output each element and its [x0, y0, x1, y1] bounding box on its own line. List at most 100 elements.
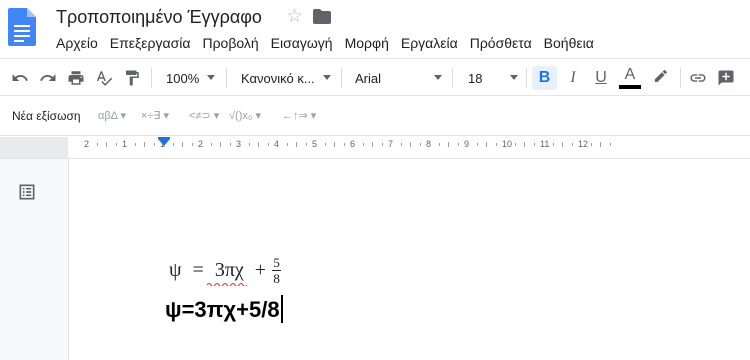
ruler-tick	[286, 143, 288, 146]
ruler-tick	[248, 143, 250, 146]
ruler-tick	[134, 143, 136, 146]
menu-bar: Αρχείο Επεξεργασία Προβολή Εισαγωγή Μορφ…	[50, 33, 600, 53]
ruler-tick	[438, 143, 440, 146]
ruler-tick	[552, 143, 554, 146]
toolbar-separator	[341, 68, 342, 88]
operators-label: ×÷∃	[141, 110, 161, 122]
bold-equation-value: ψ=3πχ+5/8	[165, 297, 280, 322]
menu-addons[interactable]: Πρόσθετα	[464, 33, 538, 53]
ruler-tick	[258, 142, 259, 147]
toolbar: 100% Κανονικό κ... Arial 18 B I U A	[0, 58, 750, 96]
print-icon[interactable]	[64, 59, 88, 97]
ruler-tick	[96, 143, 98, 146]
greek-letters-label: αβΔ	[98, 110, 118, 122]
ruler-tick	[182, 142, 183, 147]
redo-icon[interactable]	[36, 59, 60, 97]
ruler-number: 1	[160, 139, 166, 149]
underline-button[interactable]: U	[590, 59, 612, 97]
equation-plus: +	[254, 259, 267, 281]
star-icon[interactable]: ☆	[286, 5, 303, 28]
text-color-button[interactable]: A	[618, 59, 642, 97]
add-comment-icon[interactable]	[714, 59, 738, 97]
toolbar-separator	[526, 68, 527, 88]
equation-lhs: ψ	[169, 259, 182, 281]
equation[interactable]: ψ = 3πχ + 5 8	[169, 255, 282, 286]
folder-icon[interactable]	[313, 9, 331, 24]
operators-menu[interactable]: ×÷∃ ▾	[141, 109, 169, 122]
math-operations-menu[interactable]: √()x₀ ▾	[229, 109, 261, 122]
font-size-select[interactable]: 18	[468, 59, 482, 97]
ruler-tick	[210, 143, 212, 146]
font-select[interactable]: Arial	[355, 59, 381, 97]
ruler-number: 9	[464, 139, 470, 149]
ruler-number: 5	[312, 139, 318, 149]
zoom-select[interactable]: 100%	[166, 59, 199, 97]
zoom-caret-icon[interactable]	[207, 75, 215, 80]
paint-format-icon[interactable]	[120, 59, 144, 97]
ruler-tick	[419, 143, 421, 146]
toolbar-separator	[680, 68, 681, 88]
greek-letters-menu[interactable]: αβΔ ▾	[98, 109, 126, 122]
new-equation-button[interactable]: Νέα εξίσωση	[12, 109, 81, 123]
menu-tools[interactable]: Εργαλεία	[395, 33, 464, 53]
equation-fraction: 5 8	[272, 255, 282, 285]
ruler-number: 4	[274, 139, 280, 149]
bold-icon: B	[538, 69, 551, 86]
ruler-tick	[153, 143, 155, 146]
menu-insert[interactable]: Εισαγωγή	[265, 33, 339, 53]
math-operations-label: √()x₀	[229, 110, 253, 122]
document-outline-icon[interactable]	[16, 181, 38, 203]
font-size-caret-icon[interactable]	[510, 75, 518, 80]
ruler-tick	[448, 142, 449, 147]
equation-toolbar: Νέα εξίσωση αβΔ ▾ ×÷∃ ▾ <≠⊃ ▾ √()x₀ ▾ ←↑…	[0, 97, 750, 136]
style-value: Κανονικό κ...	[241, 70, 315, 86]
ruler-tick	[381, 143, 383, 146]
ruler-track	[68, 137, 750, 158]
ruler-tick	[191, 143, 193, 146]
menu-view[interactable]: Προβολή	[196, 33, 264, 53]
document-title[interactable]: Τροποποιημένο Έγγραφο	[56, 7, 262, 28]
title-bar: Τροποποιημένο Έγγραφο ☆ Αρχείο Επεξεργασ…	[0, 0, 750, 58]
menu-help[interactable]: Βοήθεια	[538, 33, 600, 53]
text-color-swatch	[619, 85, 641, 89]
italic-button[interactable]: I	[562, 59, 584, 97]
spelling-squiggle-icon	[207, 283, 247, 286]
arrows-menu[interactable]: ←↑⇒ ▾	[282, 109, 316, 122]
ruler-tick	[571, 143, 573, 146]
toolbar-separator	[151, 68, 152, 88]
undo-icon[interactable]	[8, 59, 32, 97]
ruler-tick	[476, 143, 478, 146]
ruler-tick	[172, 143, 174, 146]
style-caret-icon[interactable]	[323, 75, 331, 80]
menu-edit[interactable]: Επεξεργασία	[104, 33, 197, 53]
ruler-tick	[220, 142, 221, 147]
fraction-numerator: 5	[273, 255, 280, 270]
menu-file[interactable]: Αρχείο	[50, 33, 104, 53]
ruler-number: 3	[236, 139, 242, 149]
toolbar-separator	[226, 68, 227, 88]
ruler-tick	[305, 143, 307, 146]
equation-equals: =	[192, 259, 204, 281]
ruler-tick	[486, 142, 487, 147]
ruler-tick	[457, 143, 459, 146]
highlight-icon[interactable]	[648, 59, 672, 97]
italic-icon: I	[570, 69, 576, 86]
ruler-tick	[600, 142, 601, 147]
docs-logo-icon[interactable]	[8, 8, 36, 46]
style-select[interactable]: Κανονικό κ...	[241, 59, 315, 97]
text-color-icon: A	[624, 66, 636, 83]
font-caret-icon[interactable]	[434, 75, 442, 80]
equation-term: 3πχ	[214, 259, 244, 281]
spellcheck-icon[interactable]	[92, 59, 116, 97]
ruler-tick	[590, 143, 592, 146]
underline-icon: U	[595, 69, 607, 86]
link-icon[interactable]	[686, 59, 710, 97]
ruler-number: 1	[122, 139, 128, 149]
document-page[interactable]: ψ = 3πχ + 5 8 ψ=3πχ+5/8	[68, 159, 750, 360]
bold-button[interactable]: B	[532, 66, 557, 90]
bold-equation-text[interactable]: ψ=3πχ+5/8	[165, 295, 283, 323]
relations-menu[interactable]: <≠⊃ ▾	[189, 109, 219, 122]
font-size-value: 18	[468, 70, 483, 86]
menu-format[interactable]: Μορφή	[339, 33, 395, 53]
ruler-tick	[115, 143, 117, 146]
